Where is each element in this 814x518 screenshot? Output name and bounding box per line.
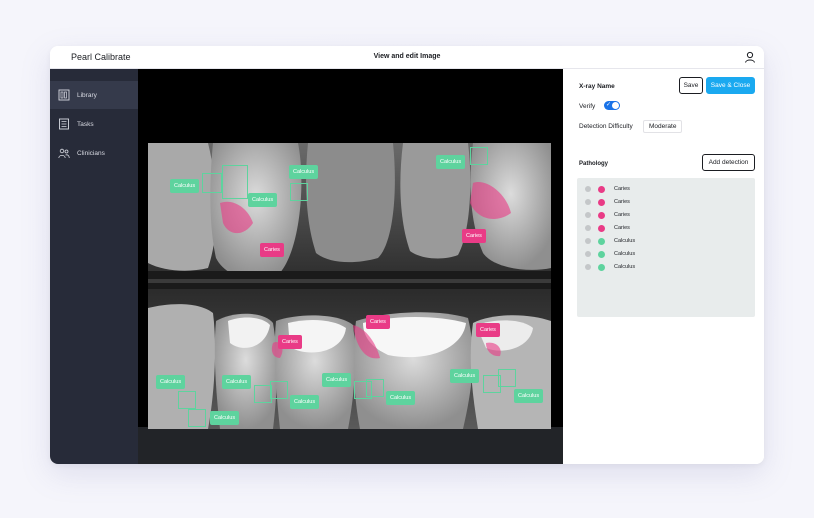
calculus-tag[interactable]: Calculus <box>514 389 544 403</box>
detection-box[interactable] <box>178 391 196 409</box>
verify-label: Verify <box>579 103 596 110</box>
calculus-tag[interactable]: Calculus <box>156 375 186 389</box>
visibility-dot[interactable] <box>585 264 591 270</box>
caries-color-dot <box>598 224 605 232</box>
pathology-label-text: Caries <box>614 199 630 205</box>
calculus-tag[interactable]: Calculus <box>289 165 319 179</box>
detection-difficulty-value[interactable]: Moderate <box>643 120 683 133</box>
calculus-color-dot <box>598 237 605 245</box>
app-window: Pearl Calibrate View and edit Image Libr… <box>50 46 764 464</box>
sidebar-item-label: Tasks <box>77 120 94 128</box>
toggle-knob <box>612 102 619 109</box>
caries-color-dot <box>598 211 605 219</box>
list-item[interactable]: Caries <box>585 184 630 194</box>
page-title: View and edit Image <box>373 53 441 60</box>
visibility-dot[interactable] <box>585 251 591 257</box>
image-viewer: Calculus Calculus Calculus Calculus Cari… <box>138 69 563 464</box>
save-close-button[interactable]: Save & Close <box>706 77 755 94</box>
detection-box[interactable] <box>470 147 488 165</box>
calculus-tag[interactable]: Calculus <box>290 395 320 409</box>
visibility-dot[interactable] <box>585 199 591 205</box>
calculus-tag[interactable]: Calculus <box>322 373 352 387</box>
viewer-footer <box>138 427 563 464</box>
visibility-dot[interactable] <box>585 238 591 244</box>
pathology-label-text: Calculus <box>614 238 636 244</box>
pathology-label-text: Caries <box>614 225 630 231</box>
detection-box[interactable] <box>222 165 248 199</box>
caries-color-dot <box>598 185 605 193</box>
add-detection-button[interactable]: Add detection <box>702 154 755 171</box>
list-item[interactable]: Caries <box>585 210 630 220</box>
verify-toggle[interactable]: ✓ <box>604 101 620 110</box>
detection-box[interactable] <box>202 173 222 193</box>
pathology-label-text: Calculus <box>614 251 636 257</box>
caries-tag[interactable]: Caries <box>366 315 390 329</box>
sidebar-item-label: Clinicians <box>77 149 105 157</box>
pathology-list: Caries Caries Caries Caries Calculus Cal… <box>577 178 755 317</box>
caries-tag[interactable]: Caries <box>260 243 284 257</box>
pathology-label-text: Caries <box>614 212 630 218</box>
list-item[interactable]: Calculus <box>585 262 635 272</box>
calculus-tag[interactable]: Calculus <box>436 155 466 169</box>
caries-color-dot <box>598 198 605 206</box>
save-button[interactable]: Save <box>679 77 703 94</box>
list-item[interactable]: Caries <box>585 223 630 233</box>
sidebar: Library Tasks Clinicians <box>50 69 138 464</box>
check-icon: ✓ <box>606 102 612 108</box>
caries-tag[interactable]: Caries <box>278 335 302 349</box>
pathology-label: Pathology <box>579 161 609 167</box>
calculus-tag[interactable]: Calculus <box>170 179 200 193</box>
calculus-tag[interactable]: Calculus <box>248 193 278 207</box>
list-item[interactable]: Calculus <box>585 236 635 246</box>
calculus-tag[interactable]: Calculus <box>222 375 252 389</box>
visibility-dot[interactable] <box>585 186 591 192</box>
details-panel: X-ray Name Save Save & Close Verify ✓ De… <box>563 69 764 464</box>
caries-tag[interactable]: Caries <box>462 229 486 243</box>
calculus-color-dot <box>598 263 605 271</box>
calculus-tag[interactable]: Calculus <box>386 391 416 405</box>
user-icon[interactable] <box>744 51 756 63</box>
sidebar-item-label: Library <box>77 91 97 99</box>
xray-name-label: X-ray Name <box>579 83 615 90</box>
detection-box[interactable] <box>188 409 206 427</box>
sidebar-item-library[interactable]: Library <box>50 81 138 109</box>
calculus-color-dot <box>598 250 605 258</box>
xray-image[interactable]: Calculus Calculus Calculus Calculus Cari… <box>148 143 551 429</box>
visibility-dot[interactable] <box>585 225 591 231</box>
list-item[interactable]: Calculus <box>585 249 635 259</box>
clinicians-icon <box>58 148 70 159</box>
pathology-label-text: Calculus <box>614 264 636 270</box>
caries-tag[interactable]: Caries <box>476 323 500 337</box>
calculus-tag[interactable]: Calculus <box>450 369 480 383</box>
tasks-icon <box>59 118 69 130</box>
pathology-label-text: Caries <box>614 186 630 192</box>
calculus-tag[interactable]: Calculus <box>210 411 240 425</box>
list-item[interactable]: Caries <box>585 197 630 207</box>
detection-difficulty-label: Detection Difficulty <box>579 123 633 130</box>
visibility-dot[interactable] <box>585 212 591 218</box>
library-icon <box>58 89 70 101</box>
top-bar: Pearl Calibrate View and edit Image <box>50 46 764 69</box>
detection-box[interactable] <box>366 379 384 397</box>
detection-box[interactable] <box>270 381 288 399</box>
sidebar-item-tasks[interactable]: Tasks <box>50 110 138 138</box>
sidebar-item-clinicians[interactable]: Clinicians <box>50 139 138 167</box>
detection-box[interactable] <box>290 183 308 201</box>
detection-box[interactable] <box>498 369 516 387</box>
